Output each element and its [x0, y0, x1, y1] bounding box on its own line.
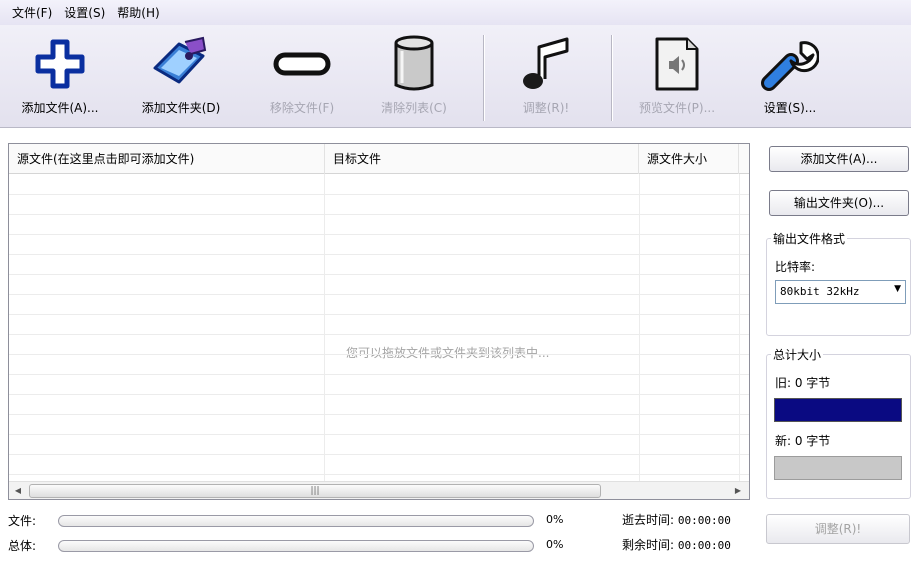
row-separator — [9, 414, 749, 415]
trash-can-icon — [382, 33, 446, 95]
toolbar: 添加文件(A)... 添加文件夹(D) 移除文件(F) 清除列表(C) 调整(R… — [0, 25, 911, 128]
remaining-time-label: 剩余时间: — [622, 538, 675, 552]
total-progress-label: 总体: — [8, 539, 37, 553]
remove-file-label: 移除文件(F) — [269, 101, 335, 115]
scroll-right-icon[interactable]: ▶ — [729, 482, 747, 499]
toolbar-separator — [611, 35, 613, 121]
total-progress-percent: 0% — [546, 538, 564, 551]
preview-toolbar-button[interactable]: 预览文件(P)... — [618, 33, 736, 123]
wrench-icon — [758, 33, 822, 95]
list-body: 您可以拖放文件或文件夹到该列表中... — [9, 174, 749, 481]
row-separator — [9, 474, 749, 475]
elapsed-time: 逝去时间: 00:00:00 — [622, 511, 731, 528]
column-target-file[interactable]: 目标文件 — [325, 144, 639, 174]
row-separator — [9, 434, 749, 435]
music-folder-icon — [149, 33, 213, 95]
chevron-down-icon[interactable]: ▼ — [894, 284, 901, 294]
settings-label: 设置(S)... — [763, 101, 817, 115]
menu-file[interactable]: 文件(F) — [6, 4, 58, 21]
file-list[interactable]: 源文件(在这里点击即可添加文件) 目标文件 源文件大小 您可以拖放文件或文件夹到… — [8, 143, 750, 500]
output-folder-button[interactable]: 输出文件夹(O)... — [769, 190, 909, 216]
file-progress-bar — [58, 515, 534, 527]
settings-toolbar-button[interactable]: 设置(S)... — [748, 33, 832, 123]
remaining-time-value: 00:00:00 — [677, 539, 731, 552]
adjust-label: 调整(R)! — [522, 101, 570, 115]
row-separator — [9, 194, 749, 195]
audio-file-icon — [645, 33, 709, 95]
add-file-label: 添加文件(A)... — [21, 101, 99, 115]
row-separator — [9, 274, 749, 275]
clear-list-toolbar-button[interactable]: 清除列表(C) — [364, 33, 464, 123]
file-progress-percent: 0% — [546, 513, 564, 526]
old-size-bar — [774, 398, 902, 422]
toolbar-separator — [483, 35, 485, 121]
file-progress-label: 文件: — [8, 514, 37, 528]
scroll-thumb[interactable]: ||| — [29, 484, 601, 498]
row-separator — [9, 294, 749, 295]
horizontal-scrollbar[interactable]: ◀ ||| ▶ — [9, 481, 749, 499]
adjust-button[interactable]: 调整(R)! — [766, 514, 910, 544]
elapsed-time-label: 逝去时间: — [622, 513, 675, 527]
column-source-file[interactable]: 源文件(在这里点击即可添加文件) — [9, 144, 325, 174]
scroll-left-icon[interactable]: ◀ — [9, 482, 27, 499]
column-source-size[interactable]: 源文件大小 — [639, 144, 739, 174]
add-file-toolbar-button[interactable]: 添加文件(A)... — [6, 33, 114, 123]
remaining-time: 剩余时间: 00:00:00 — [622, 536, 731, 553]
row-separator — [9, 234, 749, 235]
row-separator — [9, 314, 749, 315]
row-separator — [9, 254, 749, 255]
row-separator — [9, 334, 749, 335]
adjust-toolbar-button[interactable]: 调整(R)! — [496, 33, 596, 123]
elapsed-time-value: 00:00:00 — [677, 514, 731, 527]
remove-file-toolbar-button[interactable]: 移除文件(F) — [252, 33, 352, 123]
old-size-label: 旧: 0 字节 — [775, 376, 831, 390]
row-separator — [9, 214, 749, 215]
row-separator — [9, 354, 749, 355]
bitrate-value: 80kbit 32kHz — [780, 285, 860, 298]
list-header: 源文件(在这里点击即可添加文件) 目标文件 源文件大小 — [9, 144, 749, 174]
drop-hint: 您可以拖放文件或文件夹到该列表中... — [346, 346, 550, 360]
preview-label: 预览文件(P)... — [638, 101, 716, 115]
bitrate-select[interactable]: 80kbit 32kHz ▼ — [775, 280, 906, 304]
menu-bar: 文件(F) 设置(S) 帮助(H) — [0, 0, 911, 25]
add-folder-label: 添加文件夹(D) — [141, 101, 221, 115]
row-separator — [9, 394, 749, 395]
menu-settings[interactable]: 设置(S) — [58, 4, 111, 21]
add-file-button[interactable]: 添加文件(A)... — [769, 146, 909, 172]
add-folder-toolbar-button[interactable]: 添加文件夹(D) — [124, 33, 238, 123]
menu-help[interactable]: 帮助(H) — [111, 4, 165, 21]
row-separator — [9, 454, 749, 455]
total-size-title: 总计大小 — [771, 346, 824, 363]
total-progress-bar — [58, 540, 534, 552]
new-size-label: 新: 0 字节 — [775, 434, 831, 448]
new-size-bar — [774, 456, 902, 480]
clear-list-label: 清除列表(C) — [381, 101, 447, 115]
minus-icon — [270, 33, 334, 95]
music-note-icon — [514, 33, 578, 95]
bitrate-label: 比特率: — [775, 260, 816, 274]
output-format-title: 输出文件格式 — [771, 230, 848, 247]
row-separator — [9, 374, 749, 375]
plus-icon — [28, 33, 92, 95]
